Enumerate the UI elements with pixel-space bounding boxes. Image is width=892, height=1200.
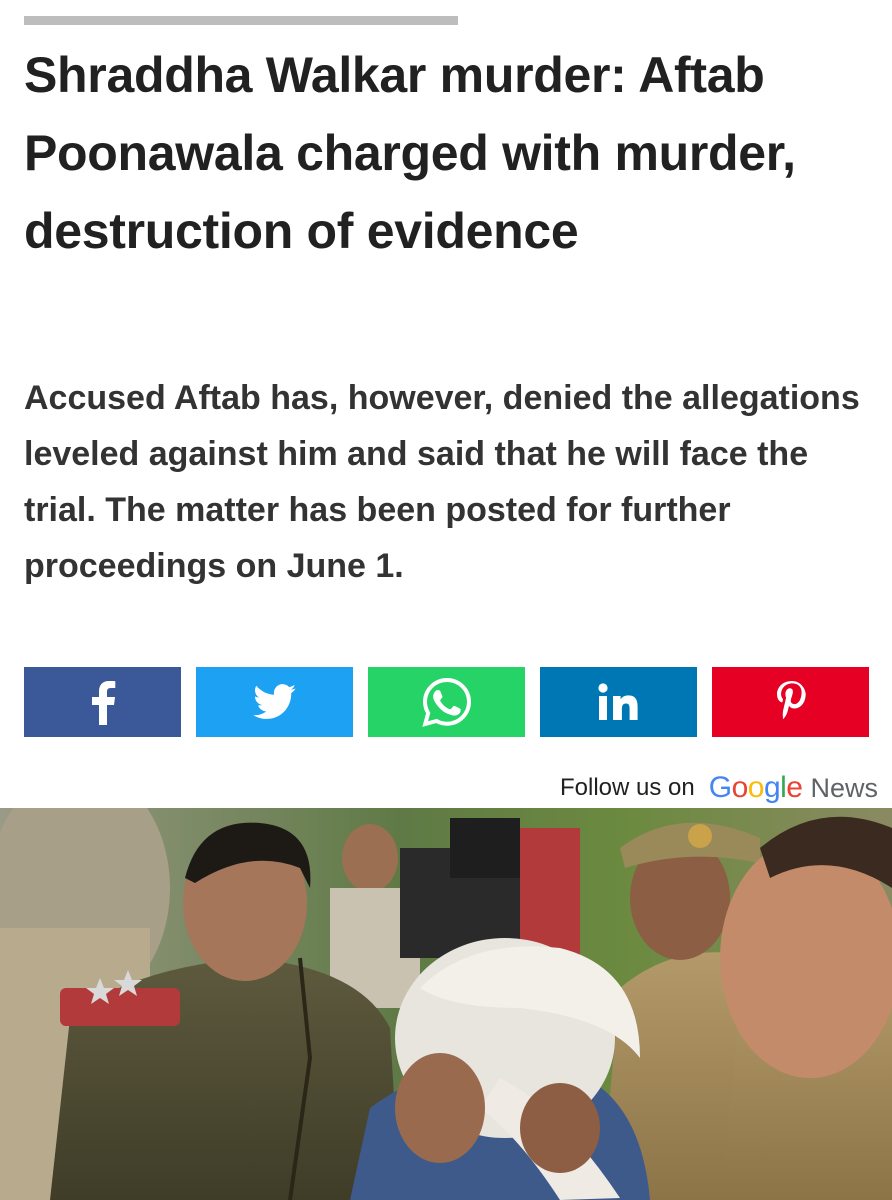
whatsapp-icon (421, 677, 471, 727)
google-letter: g (763, 771, 781, 804)
twitter-icon (252, 684, 296, 719)
google-letter: o (731, 771, 749, 804)
news-label: News (810, 773, 878, 803)
linkedin-icon (597, 683, 638, 720)
follow-google-news: Follow us on Google News (560, 768, 878, 808)
news-photo-illustration (0, 808, 892, 1200)
news-photo (0, 808, 892, 1200)
google-logo-text: Google (709, 771, 803, 805)
google-news-link[interactable]: Google News (709, 771, 878, 805)
google-letter: e (786, 771, 803, 804)
pinterest-share-button[interactable] (712, 667, 869, 737)
share-bar (24, 667, 869, 737)
pinterest-icon (776, 681, 806, 720)
google-letter: G (708, 771, 732, 804)
article-summary: Accused Aftab has, however, denied the a… (24, 379, 860, 585)
whatsapp-share-button[interactable] (368, 667, 525, 737)
google-letter: o (747, 771, 765, 804)
twitter-share-button[interactable] (196, 667, 353, 737)
top-divider (24, 16, 458, 25)
follow-label: Follow us on (559, 774, 695, 801)
article-headline: Shraddha Walkar murder: Aftab Poonawala … (24, 47, 796, 259)
facebook-icon (91, 681, 115, 725)
linkedin-share-button[interactable] (540, 667, 697, 737)
facebook-share-button[interactable] (24, 667, 181, 737)
